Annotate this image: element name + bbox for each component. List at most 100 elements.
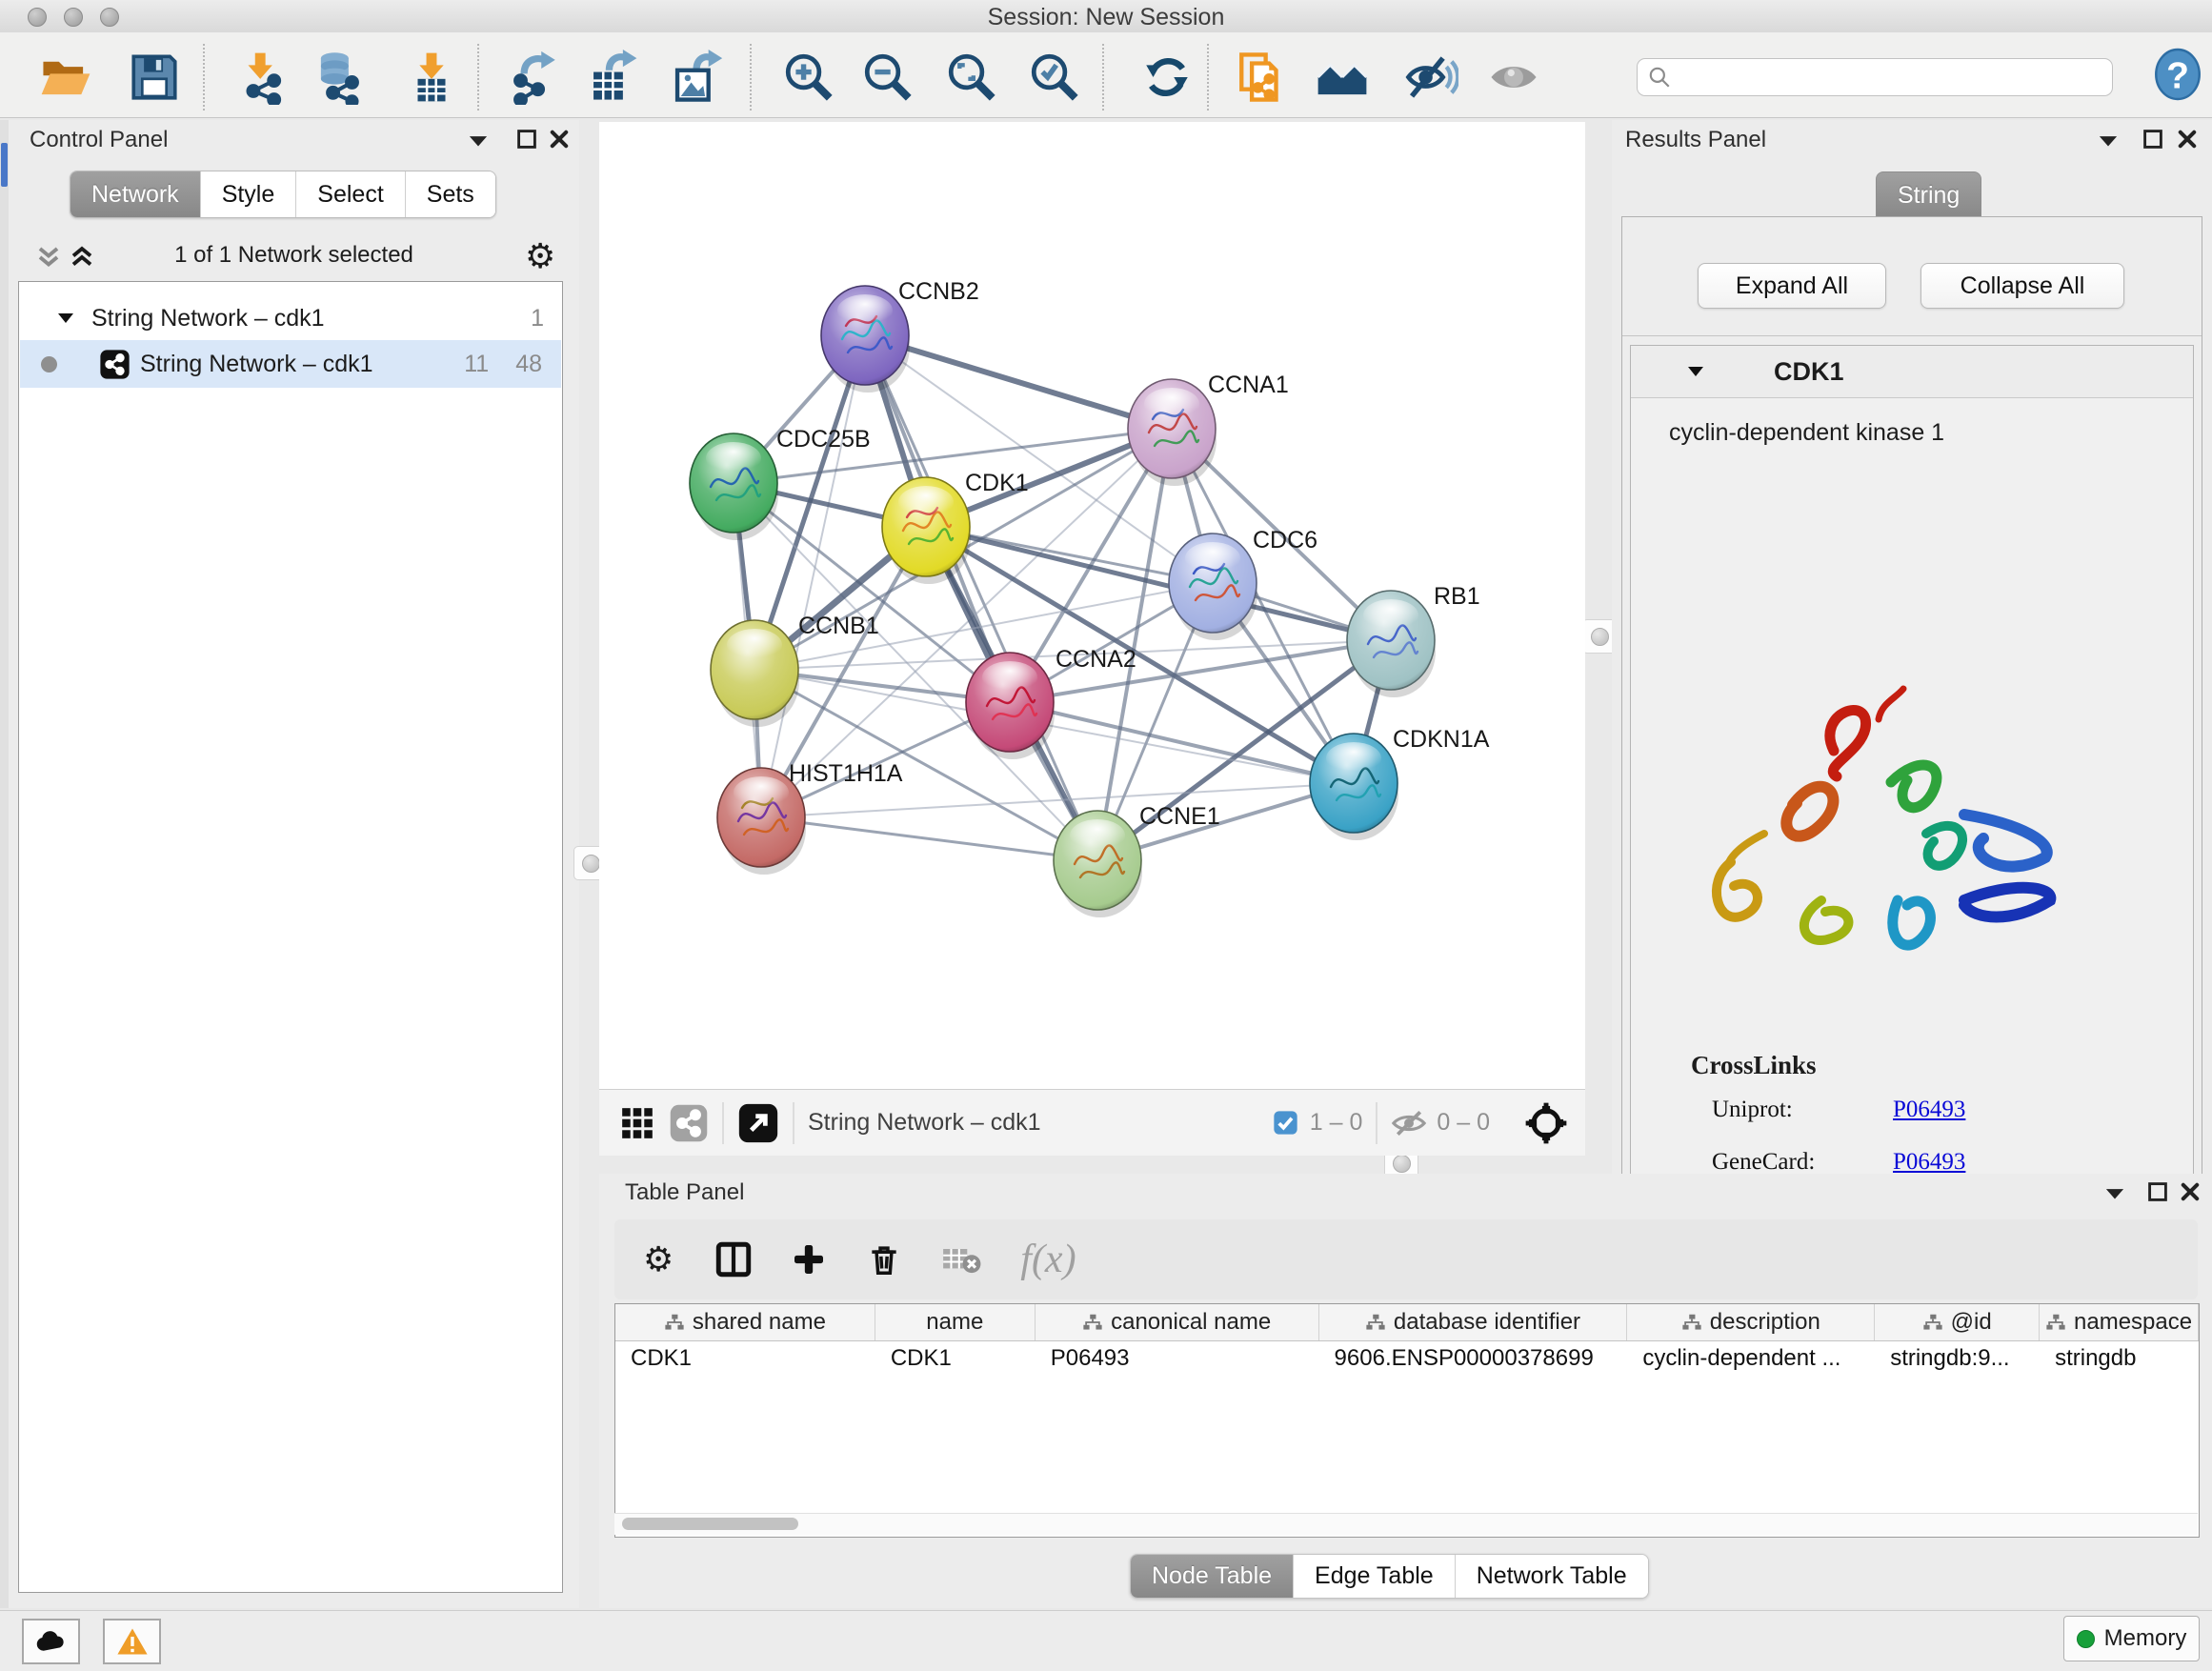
node-CCNA1[interactable]: CCNA1 [1128,372,1289,486]
show-all-networks-icon[interactable] [1315,50,1370,105]
tab-select[interactable]: Select [296,171,405,217]
table-toolbar: ⚙ f(x) [614,1219,2198,1299]
open-session-icon[interactable] [38,50,93,105]
node-CDKN1A[interactable]: CDKN1A [1310,726,1490,840]
edge-CCNA2-CDKN1A[interactable] [1010,702,1354,783]
import-network-database-icon[interactable] [311,50,366,105]
column-header-name[interactable]: name [875,1304,1036,1340]
edge-CCNB2-CCNA1[interactable] [865,335,1172,429]
tab-string[interactable]: String [1876,171,1981,219]
table-gear-icon[interactable]: ⚙ [643,1242,674,1277]
table-cell[interactable]: stringdb [2040,1341,2199,1376]
node-CDC25B[interactable]: CDC25B [690,426,871,540]
export-image-icon[interactable] [669,50,724,105]
node-HIST1H1A[interactable]: HIST1H1A [717,760,903,875]
panel-float-icon[interactable] [2142,128,2174,152]
network-options-gear-icon[interactable]: ⚙ [525,239,555,273]
result-entry-header[interactable]: CDK1 [1631,346,2193,398]
node-CCNB2[interactable]: CCNB2 [821,278,979,393]
zoom-in-icon[interactable] [781,50,836,105]
entry-expander-icon[interactable] [1686,364,1705,379]
panel-menu-icon[interactable] [2102,1182,2135,1207]
save-session-icon[interactable] [127,50,182,105]
table-cell[interactable]: CDK1 [615,1341,875,1376]
memory-button[interactable]: Memory [2063,1616,2200,1661]
node-CCNE1[interactable]: CCNE1 [1054,803,1220,917]
split-columns-icon[interactable] [714,1239,754,1279]
add-column-icon[interactable] [790,1240,828,1278]
node-RB1[interactable]: RB1 [1347,583,1480,697]
node-CCNB1[interactable]: CCNB1 [711,613,879,727]
table-cell[interactable]: stringdb:9... [1875,1341,2040,1376]
tab-edge-table[interactable]: Edge Table [1294,1555,1456,1598]
tree-expander-icon[interactable] [56,311,75,326]
grid-view-icon[interactable] [619,1105,655,1141]
copy-style-icon[interactable] [1235,50,1290,105]
column-header--id[interactable]: @id [1875,1304,2040,1340]
panel-close-icon[interactable] [548,128,580,152]
collapse-all-button[interactable]: Collapse All [1920,263,2124,309]
node-CDC6[interactable]: CDC6 [1169,527,1317,640]
crosslink-row: Uniprot:P06493 [1712,1097,2160,1123]
hide-graphics-details-icon[interactable] [1403,50,1458,105]
detach-view-icon[interactable] [737,1102,779,1144]
edge-HIST1H1A-CCNE1[interactable] [761,817,1097,860]
apply-layout-icon[interactable] [1139,50,1195,105]
table-cell[interactable]: 9606.ENSP00000378699 [1319,1341,1628,1376]
panel-close-icon[interactable] [2176,128,2208,152]
network-tree: String Network – cdk1 1 String Network –… [18,281,563,1593]
network-node-count: 11 [464,351,489,378]
column-header-database-identifier[interactable]: database identifier [1319,1304,1628,1340]
warning-button[interactable] [103,1619,161,1664]
column-header-shared-name[interactable]: shared name [615,1304,875,1340]
column-header-namespace[interactable]: namespace [2040,1304,2199,1340]
panel-float-icon[interactable] [2146,1180,2179,1205]
tab-network-table[interactable]: Network Table [1456,1555,1648,1598]
search-field[interactable] [1637,58,2113,96]
tab-network[interactable]: Network [70,171,201,217]
node-label-CDK1: CDK1 [965,470,1029,496]
table-cell[interactable]: CDK1 [875,1341,1036,1376]
zoom-out-icon[interactable] [860,50,915,105]
table-horizontal-scrollbar[interactable] [614,1513,2198,1535]
search-input[interactable] [1672,64,2112,91]
zoom-selected-icon[interactable] [1027,50,1082,105]
network-collection-row[interactable]: String Network – cdk1 1 [20,294,561,342]
delete-column-icon[interactable] [866,1240,902,1278]
cloud-button[interactable] [22,1619,80,1664]
table-row[interactable]: CDK1CDK1P064939606.ENSP00000378699cyclin… [615,1341,2199,1376]
table-cell[interactable]: cyclin-dependent ... [1627,1341,1875,1376]
selected-checkbox-icon[interactable] [1273,1110,1298,1136]
tab-style[interactable]: Style [201,171,297,217]
results-buttons-row: Expand All Collapse All [1622,217,2202,336]
node-CDK1[interactable]: CDK1 [882,470,1029,584]
column-label: name [926,1309,983,1336]
crosslink-link[interactable]: P06493 [1893,1097,2160,1123]
network-row-selected[interactable]: String Network – cdk1 11 48 [20,340,561,388]
expand-all-button[interactable]: Expand All [1698,263,1886,309]
table-cell[interactable]: P06493 [1036,1341,1319,1376]
show-graphics-details-icon[interactable] [1486,50,1541,105]
column-header-description[interactable]: description [1627,1304,1875,1340]
export-network-icon[interactable] [507,50,562,105]
delete-table-icon[interactable] [940,1242,982,1277]
panel-close-icon[interactable] [2179,1180,2211,1205]
network-view-icon[interactable] [669,1103,709,1143]
export-table-icon[interactable] [585,50,640,105]
birdseye-view-icon[interactable] [1524,1101,1568,1145]
function-builder-icon[interactable]: f(x) [1020,1237,1076,1282]
network-canvas[interactable]: CCNB2 CCNA1 CDC25B CDK1 CDC6 RB1 CCNB1 CCNA2 CDK… [599,122,1585,1089]
node-CCNA2[interactable]: CCNA2 [966,646,1136,759]
panel-menu-icon[interactable] [2096,130,2128,154]
crosslink-link[interactable]: P06493 [1893,1149,2160,1176]
tab-node-table[interactable]: Node Table [1131,1555,1294,1598]
panel-float-icon[interactable] [515,128,548,152]
tab-sets[interactable]: Sets [406,171,495,217]
column-header-canonical-name[interactable]: canonical name [1036,1304,1319,1340]
panel-menu-icon[interactable] [466,130,498,154]
scrollbar-thumb[interactable] [622,1518,798,1530]
zoom-fit-icon[interactable] [944,50,999,105]
help-icon[interactable]: ? [2153,48,2202,101]
import-network-file-icon[interactable] [234,50,290,105]
import-table-file-icon[interactable] [404,50,459,105]
